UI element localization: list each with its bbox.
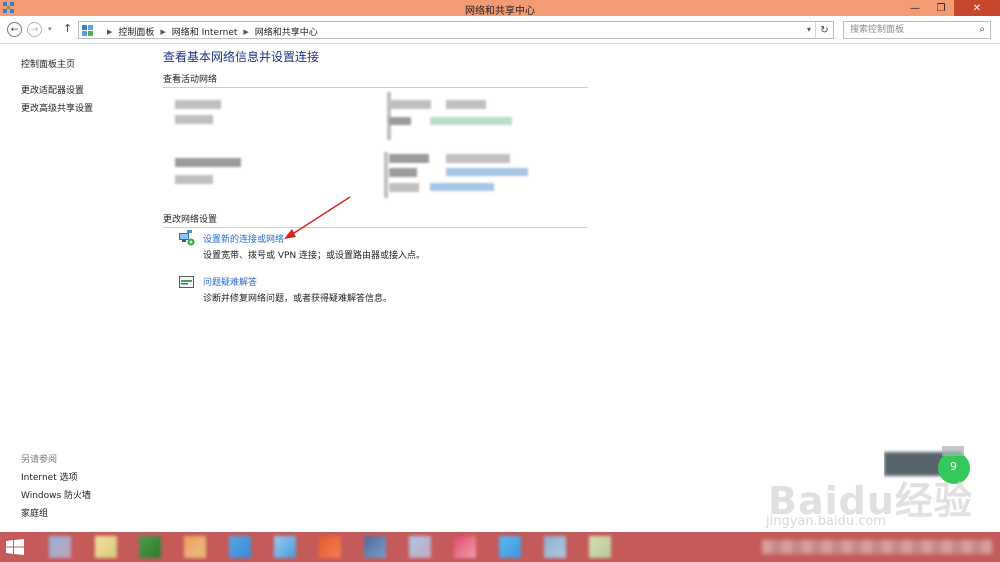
taskbar-app-4[interactable] [184, 536, 206, 558]
refresh-icon[interactable]: ↻ [815, 22, 833, 38]
taskbar-app-5[interactable] [229, 536, 251, 558]
sidebar-item-firewall[interactable]: Windows 防火墙 [21, 488, 91, 501]
network-type-redacted [175, 175, 213, 184]
chevron-right-icon: ▶ [160, 27, 166, 36]
taskbar-app-7[interactable] [319, 536, 341, 558]
sidebar-item-control-panel-home[interactable]: 控制面板主页 [21, 57, 75, 70]
change-settings-header: 更改网络设置 [163, 212, 588, 228]
troubleshoot-link[interactable]: 问题疑难解答 [203, 275, 257, 288]
maximize-button[interactable]: ❐ [928, 0, 954, 16]
breadcrumb-network-center[interactable]: 网络和共享中心 [255, 25, 318, 38]
taskbar-app-2[interactable] [95, 536, 117, 558]
taskbar-app-9[interactable] [409, 536, 431, 558]
connections-label-redacted [389, 168, 417, 177]
connection-link-redacted[interactable] [430, 117, 512, 125]
network-setup-icon[interactable] [178, 230, 195, 247]
address-row: ← → ▾ ↑ ▶ 控制面板 ▶ 网络和 Internet ▶ 网络和共享中心 … [0, 16, 1000, 44]
setup-connection-link[interactable]: 设置新的连接或网络 [203, 232, 284, 245]
troubleshoot-icon[interactable] [178, 274, 195, 291]
taskbar-app-11[interactable] [499, 536, 521, 558]
connection-link-redacted[interactable] [446, 168, 528, 176]
taskbar-app-13[interactable] [589, 536, 611, 558]
access-type-redacted [389, 154, 429, 163]
taskbar-app-1[interactable] [49, 536, 71, 558]
title-bar: 网络和共享中心 — ❐ ✕ [0, 0, 1000, 17]
close-button[interactable]: ✕ [954, 0, 1000, 16]
recent-pages-dropdown-icon[interactable]: ▾ [48, 25, 52, 33]
up-arrow-icon[interactable]: ↑ [63, 22, 72, 35]
sidebar-item-internet-options[interactable]: Internet 选项 [21, 470, 78, 483]
page-title: 查看基本网络信息并设置连接 [163, 50, 320, 64]
taskbar-app-6[interactable] [274, 536, 296, 558]
chevron-down-icon[interactable]: ▾ [807, 25, 811, 34]
setup-connection-desc: 设置宽带、拨号或 VPN 连接；或设置路由器或接入点。 [203, 251, 426, 261]
access-type-redacted [389, 100, 431, 109]
chevron-right-icon: ▶ [107, 27, 113, 36]
breadcrumb: ▶ 控制面板 ▶ 网络和 Internet ▶ 网络和共享中心 [101, 25, 318, 39]
breadcrumb-network-internet[interactable]: 网络和 Internet [172, 25, 238, 38]
watermark-sub: jingyan.baidu.com [766, 514, 886, 529]
troubleshoot-desc: 诊断并修复网络问题，或者获得疑难解答信息。 [203, 294, 393, 304]
taskbar-app-3[interactable] [139, 536, 161, 558]
access-value-redacted [446, 154, 510, 163]
taskbar [0, 532, 1000, 562]
active-networks-header: 查看活动网络 [163, 72, 588, 88]
minimize-button[interactable]: — [902, 0, 928, 16]
sidebar-item-adapter-settings[interactable]: 更改适配器设置 [21, 83, 84, 96]
network-type-redacted [175, 115, 213, 124]
windows-start-icon[interactable] [6, 539, 24, 555]
window-title: 网络和共享中心 [465, 6, 535, 17]
search-input[interactable] [844, 22, 964, 38]
chevron-right-icon: ▶ [243, 27, 249, 36]
breadcrumb-control-panel[interactable]: 控制面板 [118, 25, 154, 38]
access-value-redacted [446, 100, 486, 109]
taskbar-app-12[interactable] [544, 536, 566, 558]
back-button[interactable]: ← [7, 22, 22, 37]
search-icon[interactable]: ⌕ [979, 24, 985, 35]
search-box[interactable]: ⌕ [843, 21, 991, 39]
control-panel-icon [82, 25, 93, 36]
taskbar-app-8[interactable] [364, 536, 386, 558]
see-also-heading: 另请参阅 [21, 455, 58, 465]
system-tray[interactable] [762, 540, 992, 554]
sidebar-item-homegroup[interactable]: 家庭组 [21, 506, 48, 519]
network-name-redacted [175, 158, 241, 167]
network-name-redacted [175, 100, 221, 109]
left-pane: 控制面板主页 更改适配器设置 更改高级共享设置 另请参阅 Internet 选项… [0, 44, 152, 532]
sidebar-item-advanced-sharing[interactable]: 更改高级共享设置 [21, 101, 93, 114]
taskbar-app-10[interactable] [454, 536, 476, 558]
baidu-watermark: Baidu经验 jingyan.baidu.com [760, 470, 972, 540]
address-box[interactable]: ▶ 控制面板 ▶ 网络和 Internet ▶ 网络和共享中心 ▾ ↻ [78, 21, 834, 39]
connections-label-redacted [389, 117, 411, 125]
forward-button[interactable]: → [27, 22, 42, 37]
